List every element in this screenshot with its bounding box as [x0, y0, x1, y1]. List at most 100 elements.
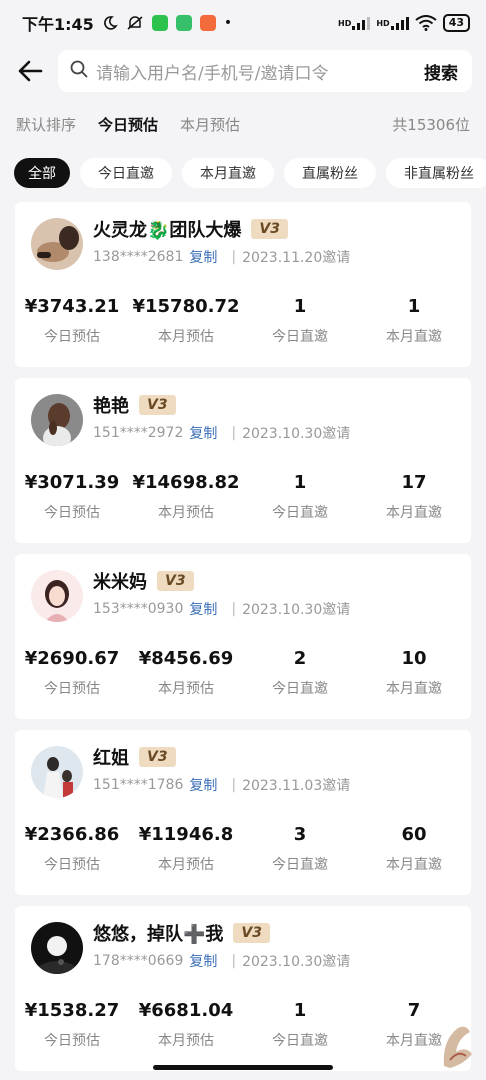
copy-button[interactable]: 复制	[189, 423, 217, 443]
member-name: 悠悠，掉队➕我	[93, 924, 224, 945]
stat-month-estimate: ¥11946.8 本月预估	[129, 824, 243, 874]
signal-hd-icon: HD	[338, 16, 371, 30]
avatar[interactable]	[31, 570, 83, 622]
stat-value: ¥3071.39	[24, 472, 120, 493]
avatar[interactable]	[31, 218, 83, 270]
invite-date: 2023.11.03邀请	[242, 778, 351, 794]
chip-direct-fans[interactable]: 直属粉丝	[284, 158, 376, 188]
search-button[interactable]: 搜索	[410, 59, 472, 84]
level-badge: V3	[251, 219, 288, 239]
member-card[interactable]: 艳艳 V3 151****2972 复制 | 2023.10.30邀请 ¥307…	[15, 378, 471, 543]
stat-value: ¥14698.82	[132, 472, 240, 493]
stat-label: 今日直邀	[272, 1033, 328, 1049]
stat-label: 今日直邀	[272, 505, 328, 521]
chip-month-invite[interactable]: 本月直邀	[182, 158, 274, 188]
signal-label-2: HD	[376, 18, 390, 28]
stat-value: ¥6681.04	[138, 1000, 234, 1021]
stat-value: ¥8456.69	[138, 648, 234, 669]
arrow-left-icon	[18, 60, 43, 82]
copy-button[interactable]: 复制	[189, 247, 217, 267]
search-input[interactable]: 请输入用户名/手机号/邀请口令	[96, 59, 410, 84]
app-icon-2	[199, 15, 216, 31]
stat-value: 1	[293, 296, 307, 317]
level-badge: V3	[233, 923, 270, 943]
stat-month-invite: 17 本月直邀	[357, 472, 471, 522]
wifi-icon	[415, 15, 437, 31]
stat-label: 本月预估	[158, 857, 214, 873]
stat-today-invite: 2 今日直邀	[243, 648, 357, 698]
search-box[interactable]: 请输入用户名/手机号/邀请口令 搜索	[58, 50, 472, 92]
stat-value: 60	[401, 824, 427, 845]
stat-label: 今日预估	[44, 329, 100, 345]
member-name: 火灵龙🐉团队大爆	[93, 220, 242, 241]
sort-bar: 默认排序 今日预估 本月预估 共15306位	[0, 96, 486, 152]
watermark-logo	[436, 1020, 480, 1074]
stat-label: 本月预估	[158, 681, 214, 697]
mute-icon	[126, 15, 144, 31]
stat-value: 1	[407, 296, 421, 317]
invite-date: 2023.11.20邀请	[242, 250, 351, 266]
stat-month-estimate: ¥6681.04 本月预估	[129, 1000, 243, 1050]
copy-button[interactable]: 复制	[189, 775, 217, 795]
battery-icon: 43	[442, 14, 470, 32]
status-bar: 下午1:45 • HD HD 43	[0, 0, 486, 46]
member-phone: 178****0669	[93, 953, 184, 969]
invite-date: 2023.10.30邀请	[242, 426, 351, 442]
member-name: 艳艳	[93, 396, 129, 417]
divider: |	[231, 953, 237, 969]
stat-today-invite: 3 今日直邀	[243, 824, 357, 874]
stat-value: 1	[293, 1000, 307, 1021]
stat-label: 本月预估	[158, 1033, 214, 1049]
stat-value: ¥2690.67	[24, 648, 120, 669]
member-name: 红姐	[93, 748, 129, 769]
stat-month-invite: 60 本月直邀	[357, 824, 471, 874]
chip-today-invite[interactable]: 今日直邀	[80, 158, 172, 188]
stat-today-estimate: ¥2690.67 今日预估	[15, 648, 129, 698]
status-time: 下午1:45	[22, 15, 94, 34]
home-indicator[interactable]	[153, 1065, 333, 1070]
stat-month-estimate: ¥8456.69 本月预估	[129, 648, 243, 698]
stat-label: 今日直邀	[272, 857, 328, 873]
copy-button[interactable]: 复制	[189, 951, 217, 971]
stat-month-invite: 1 本月直邀	[357, 296, 471, 346]
copy-button[interactable]: 复制	[189, 599, 217, 619]
dot-icon: •	[223, 15, 233, 31]
avatar[interactable]	[31, 746, 83, 798]
search-icon	[70, 60, 88, 82]
member-card[interactable]: 火灵龙🐉团队大爆 V3 138****2681 复制 | 2023.11.20邀…	[15, 202, 471, 367]
stat-value: 2	[293, 648, 307, 669]
stat-value: ¥11946.8	[138, 824, 234, 845]
stat-value: ¥15780.72	[132, 296, 240, 317]
chip-indirect-fans[interactable]: 非直属粉丝	[386, 158, 486, 188]
avatar[interactable]	[31, 394, 83, 446]
search-row: 请输入用户名/手机号/邀请口令 搜索	[0, 46, 486, 96]
stat-today-estimate: ¥3071.39 今日预估	[15, 472, 129, 522]
filter-chips: 全部 今日直邀 本月直邀 直属粉丝 非直属粉丝	[0, 152, 486, 194]
sort-today-estimate[interactable]: 今日预估	[98, 114, 158, 135]
member-card[interactable]: 米米妈 V3 153****0930 复制 | 2023.10.30邀请 ¥26…	[15, 554, 471, 719]
member-phone: 151****1786	[93, 777, 184, 793]
member-phone: 138****2681	[93, 249, 184, 265]
level-badge: V3	[157, 571, 194, 591]
member-phone: 151****2972	[93, 425, 184, 441]
stat-label: 本月直邀	[386, 329, 442, 345]
stat-label: 今日预估	[44, 681, 100, 697]
stat-value: 10	[401, 648, 427, 669]
sort-month-estimate[interactable]: 本月预估	[180, 114, 240, 135]
app-icon	[175, 15, 192, 31]
stat-label: 今日预估	[44, 505, 100, 521]
stat-value: 3	[293, 824, 307, 845]
avatar[interactable]	[31, 922, 83, 974]
stat-month-estimate: ¥14698.82 本月预估	[129, 472, 243, 522]
back-button[interactable]	[12, 53, 48, 89]
stat-label: 本月预估	[158, 329, 214, 345]
divider: |	[231, 601, 237, 617]
stat-label: 本月直邀	[386, 681, 442, 697]
stat-label: 今日预估	[44, 857, 100, 873]
sort-default[interactable]: 默认排序	[16, 114, 76, 135]
signal-hd-icon-2: HD	[376, 16, 409, 30]
member-card[interactable]: 悠悠，掉队➕我 V3 178****0669 复制 | 2023.10.30邀请…	[15, 906, 471, 1071]
member-card[interactable]: 红姐 V3 151****1786 复制 | 2023.11.03邀请 ¥236…	[15, 730, 471, 895]
divider: |	[231, 425, 237, 441]
chip-all[interactable]: 全部	[14, 158, 70, 188]
